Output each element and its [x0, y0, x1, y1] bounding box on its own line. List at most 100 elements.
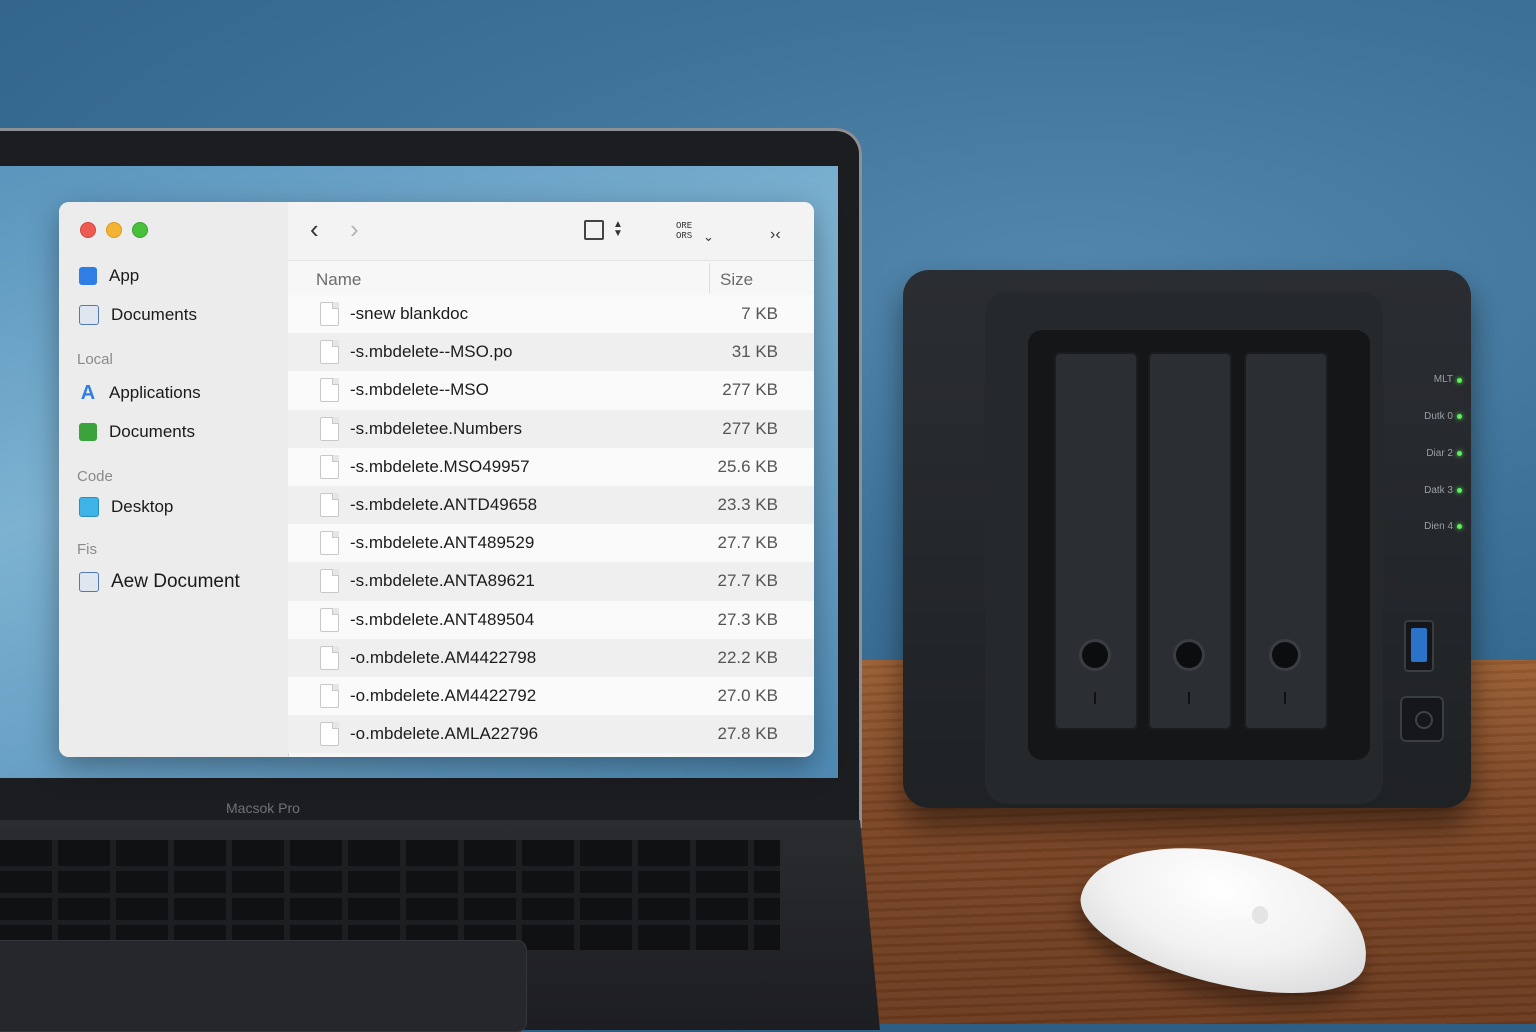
power-button[interactable] — [1400, 696, 1444, 742]
sidebar-section-local: Local — [77, 351, 113, 368]
file-row[interactable]: -o.mbdelete.AM4422792 27.0 KB — [288, 676, 814, 716]
led-label: MLT — [1433, 374, 1453, 385]
file-size: 27.7 KB — [717, 571, 779, 591]
chevron-down-icon[interactable]: ⌄ — [703, 224, 714, 250]
file-name: -o.mbdelete.AM4422798 — [350, 647, 537, 667]
status-led — [1457, 524, 1462, 529]
file-row[interactable]: -o.mbdelete.AMLA22796 27.8 KB — [288, 715, 814, 754]
sidebar-item-new-document[interactable]: Aew Document — [79, 568, 240, 596]
file-row[interactable]: -s.mbdelete.ANTA89621 27.7 KB — [288, 562, 814, 601]
more-button[interactable]: ›‹ — [770, 222, 781, 248]
file-size: 277 KB — [722, 418, 778, 438]
keyboard-row-gap — [0, 920, 780, 925]
sidebar-section-fis: Fis — [77, 541, 97, 558]
apple-logo-icon — [1252, 906, 1268, 924]
column-header-name[interactable]: Name — [316, 270, 361, 290]
usb-port[interactable] — [1404, 620, 1434, 672]
sidebar-item-label: Desktop — [111, 497, 174, 516]
keyboard-row-gap — [0, 893, 780, 898]
file-icon — [320, 645, 339, 670]
sidebar-item-app[interactable]: App — [79, 262, 139, 290]
sidebar-item-documents-local[interactable]: Documents — [79, 418, 195, 446]
app-store-icon — [79, 267, 97, 285]
file-size: 31 KB — [731, 342, 778, 362]
document-icon — [79, 305, 99, 325]
file-name: -s.mbdeletee.Numbers — [350, 418, 522, 438]
bay-release-button[interactable] — [1272, 642, 1298, 668]
file-row[interactable]: -s.mbdelete--MSO.po 31 KB — [288, 333, 814, 372]
sidebar-item-label: Aew Document — [111, 571, 240, 592]
file-icon — [320, 683, 339, 708]
led-label: Dien 4 — [1424, 521, 1453, 532]
column-header-size[interactable]: Size — [720, 270, 753, 290]
column-header-row: Name Size — [288, 260, 814, 296]
file-icon — [320, 340, 339, 365]
file-row[interactable]: -s.mbdelete--MSO 277 KB — [288, 371, 814, 410]
drive-bay[interactable] — [1148, 352, 1232, 730]
bay-release-button[interactable] — [1176, 642, 1202, 668]
sidebar-section-code: Code — [77, 468, 113, 485]
view-options-stepper-icon[interactable]: ▲ ▼ — [613, 220, 623, 239]
file-name: -s.mbdelete.ANT489529 — [350, 533, 535, 553]
file-name: -s.mbdelete.ANTD49658 — [350, 495, 538, 515]
group-by-button[interactable]: ORE ORS — [676, 221, 692, 241]
file-row[interactable]: -s.mbdelete.ANTD49658 23.3 KB — [288, 485, 814, 525]
file-row[interactable]: -o.mbdelete.AM4422798 22.2 KB — [288, 638, 814, 677]
file-name: -s.mbdelete.MSO49957 — [350, 456, 530, 476]
file-size: 27.0 KB — [717, 685, 779, 705]
group-by-label-top: ORE — [676, 221, 693, 231]
file-icon — [320, 454, 339, 479]
zoom-button[interactable] — [132, 222, 148, 238]
status-led — [1457, 451, 1462, 456]
keyboard-row-gap — [0, 866, 780, 871]
forward-button[interactable]: › — [350, 216, 359, 242]
sidebar-item-desktop[interactable]: Desktop — [79, 493, 173, 521]
finder-window: App Documents Local A Applications Docum… — [59, 202, 814, 757]
group-by-label-bottom: ORS — [676, 231, 693, 241]
file-name: -snew blankdoc — [350, 304, 469, 324]
file-size: 277 KB — [722, 380, 778, 400]
file-name: -s.mbdelete.ANTA89621 — [350, 571, 535, 591]
file-row[interactable]: -s.mbdelete.MSO49957 25.6 KB — [288, 447, 814, 486]
file-row[interactable]: -s.mbdeletee.Numbers 277 KB — [288, 409, 814, 448]
sidebar-toggle-icon[interactable] — [584, 220, 604, 240]
led-label: Dutk 0 — [1424, 411, 1453, 422]
sidebar-item-documents[interactable]: Documents — [79, 301, 197, 329]
file-size: 27.8 KB — [717, 724, 779, 744]
sidebar-item-label: Documents — [111, 305, 197, 324]
trackpad[interactable] — [0, 940, 527, 1032]
status-led — [1457, 414, 1462, 419]
file-list: -snew blankdoc 7 KB -s.mbdelete--MSO.po 31 … — [288, 295, 814, 754]
file-name: -o.mbdelete.AMLA22796 — [350, 724, 539, 744]
bay-slit — [1284, 692, 1286, 704]
column-divider[interactable] — [709, 263, 710, 293]
bay-release-button[interactable] — [1082, 642, 1108, 668]
desktop-icon — [79, 497, 99, 517]
minimize-button[interactable] — [106, 222, 122, 238]
file-size: 22.2 KB — [717, 647, 779, 667]
file-row[interactable]: -s.mbdelete.ANT489504 27.3 KB — [288, 600, 814, 639]
file-size: 27.7 KB — [717, 533, 779, 553]
applications-icon: A — [80, 382, 96, 404]
file-size: 25.6 KB — [717, 456, 779, 476]
bay-slit — [1188, 692, 1190, 704]
close-button[interactable] — [80, 222, 96, 238]
file-icon — [320, 416, 339, 441]
folder-green-icon — [79, 423, 97, 441]
file-icon — [320, 531, 339, 556]
sidebar-item-applications[interactable]: A Applications — [79, 379, 201, 407]
sidebar-item-label: App — [109, 266, 140, 285]
file-icon — [320, 569, 339, 594]
led-label: Datk 3 — [1424, 485, 1453, 496]
file-row[interactable]: -snew blankdoc 7 KB — [288, 295, 814, 334]
back-button[interactable]: ‹ — [310, 216, 319, 242]
file-icon — [320, 302, 339, 327]
file-size: 27.3 KB — [717, 609, 779, 629]
drive-bay[interactable] — [1054, 352, 1138, 730]
bay-slit — [1094, 692, 1096, 704]
status-led — [1457, 378, 1462, 383]
sidebar-item-label: Applications — [109, 383, 201, 402]
drive-bay[interactable] — [1244, 352, 1328, 730]
file-row[interactable]: -s.mbdelete.ANT489529 27.7 KB — [288, 524, 814, 563]
document-icon — [79, 572, 99, 592]
